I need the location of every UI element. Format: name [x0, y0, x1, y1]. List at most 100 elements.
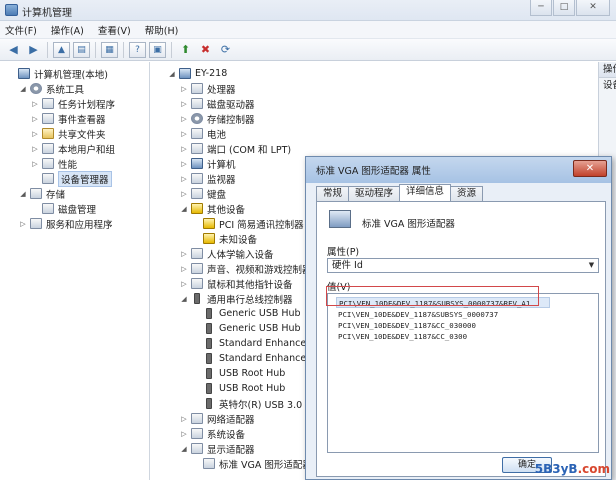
- expand-toggle-icon[interactable]: ▷: [179, 130, 189, 138]
- expand-toggle-icon[interactable]: ▷: [179, 280, 189, 288]
- expand-toggle-icon[interactable]: ◢: [179, 445, 189, 453]
- tree-item-label: 鼠标和其他指针设备: [207, 279, 293, 291]
- tree-item[interactable]: ▷ 性能: [30, 156, 77, 171]
- expand-toggle-icon[interactable]: ▷: [179, 115, 189, 123]
- update-driver-icon[interactable]: ⬆: [177, 42, 194, 58]
- tree-item[interactable]: ▷ 系统设备: [179, 426, 245, 441]
- tree-item[interactable]: ◢ 显示适配器: [179, 441, 255, 456]
- expand-toggle-icon[interactable]: ▷: [30, 130, 40, 138]
- expand-toggle-icon[interactable]: ◢: [179, 295, 189, 303]
- properties-icon[interactable]: ▦: [101, 41, 118, 58]
- tree-item[interactable]: ◢ 存储: [18, 186, 65, 201]
- up-folder-icon[interactable]: ▲: [53, 41, 70, 58]
- value-item[interactable]: PCI\VEN_10DE&DEV_1187&SUBSYS_0000737: [338, 309, 498, 320]
- tree-item[interactable]: ▷ 电池: [179, 126, 226, 141]
- expand-toggle-icon[interactable]: ▷: [179, 85, 189, 93]
- tree-item[interactable]: ▷ 网络适配器: [179, 411, 255, 426]
- menu-help[interactable]: 帮助(H): [145, 23, 179, 37]
- tree-item[interactable]: ▷ 处理器: [179, 81, 236, 96]
- tree-item[interactable]: ▷ 键盘: [179, 186, 226, 201]
- expand-toggle-icon[interactable]: ▷: [30, 160, 40, 168]
- tree-item[interactable]: 标准 VGA 图形适配器: [191, 456, 312, 471]
- tree-item[interactable]: ▷ 本地用户和组: [30, 141, 115, 156]
- tree-item[interactable]: ▷ 任务计划程序: [30, 96, 115, 111]
- menu-view[interactable]: 查看(V): [98, 23, 131, 37]
- back-arrow-icon[interactable]: ◀: [5, 42, 22, 58]
- expand-toggle-icon[interactable]: ◢: [179, 205, 189, 213]
- expand-toggle-icon[interactable]: ▷: [179, 160, 189, 168]
- forward-arrow-icon[interactable]: ▶: [25, 42, 42, 58]
- expand-toggle-icon[interactable]: ▷: [179, 250, 189, 258]
- show-tree-icon[interactable]: ▤: [73, 41, 90, 58]
- tab-general[interactable]: 常规: [316, 186, 350, 201]
- tree-item[interactable]: ▷ 人体学输入设备: [179, 246, 274, 261]
- value-item[interactable]: PCI\VEN_10DE&DEV_1187&CC_030000: [338, 320, 476, 331]
- maximize-button[interactable]: □: [553, 0, 575, 16]
- show-hide-icon[interactable]: ▣: [149, 41, 166, 58]
- tree-item-label: 共享文件夹: [58, 129, 106, 141]
- tree-item[interactable]: ◢ 通用串行总线控制器: [179, 291, 293, 306]
- tree-item-label: 磁盘管理: [58, 204, 97, 216]
- tree-item[interactable]: ▷ 鼠标和其他指针设备: [179, 276, 293, 291]
- expand-toggle-icon[interactable]: ◢: [18, 190, 28, 198]
- value-item[interactable]: PCI\VEN_10DE&DEV_1187&CC_0300: [338, 331, 467, 342]
- menu-file[interactable]: 文件(F): [5, 23, 37, 37]
- expand-toggle-icon[interactable]: ▷: [30, 115, 40, 123]
- dialog-close-button[interactable]: ✕: [573, 160, 607, 177]
- tab-details[interactable]: 详细信息: [399, 184, 452, 201]
- close-button[interactable]: ✕: [576, 0, 610, 16]
- expand-toggle-icon[interactable]: ◢: [167, 70, 177, 78]
- expand-toggle-icon[interactable]: ◢: [18, 85, 28, 93]
- expand-toggle-icon[interactable]: ▷: [179, 430, 189, 438]
- tree-item[interactable]: 计算机管理(本地): [6, 66, 108, 81]
- tab-resources[interactable]: 资源: [450, 186, 484, 201]
- tree-item[interactable]: Generic USB Hub: [191, 321, 301, 336]
- scan-hardware-icon[interactable]: ⟳: [217, 42, 234, 58]
- minimize-button[interactable]: ─: [530, 0, 552, 16]
- expand-toggle-icon[interactable]: ▷: [18, 220, 28, 228]
- expand-toggle-icon[interactable]: ▷: [179, 265, 189, 273]
- tree-item[interactable]: USB Root Hub: [191, 381, 285, 396]
- tree-item[interactable]: 磁盘管理: [30, 201, 96, 216]
- tree-item-label: 人体学输入设备: [207, 249, 274, 261]
- battery-icon: [191, 128, 203, 139]
- expand-toggle-icon[interactable]: ▷: [179, 145, 189, 153]
- expand-toggle-icon[interactable]: ▷: [30, 145, 40, 153]
- expand-toggle-icon[interactable]: ▷: [179, 190, 189, 198]
- tree-item[interactable]: Generic USB Hub: [191, 306, 301, 321]
- tree-item[interactable]: ▷ 监视器: [179, 171, 236, 186]
- tree-item[interactable]: ▷ 存储控制器: [179, 111, 255, 126]
- uninstall-icon[interactable]: ✖: [197, 42, 214, 58]
- tree-item[interactable]: USB Root Hub: [191, 366, 285, 381]
- property-select[interactable]: 硬件 Id ▼: [327, 258, 599, 273]
- tab-driver[interactable]: 驱动程序: [348, 186, 401, 201]
- dialog-title: 标准 VGA 图形适配器 属性: [316, 166, 431, 177]
- disk-icon: [42, 203, 54, 214]
- tree-item[interactable]: ▷ 端口 (COM 和 LPT): [179, 141, 291, 156]
- tree-item[interactable]: 未知设备: [191, 231, 257, 246]
- help-icon[interactable]: ?: [129, 41, 146, 58]
- tree-item[interactable]: ▷ 计算机: [179, 156, 236, 171]
- tree-item[interactable]: ▷ 事件查看器: [30, 111, 106, 126]
- expand-toggle-icon[interactable]: ▷: [179, 175, 189, 183]
- expand-toggle-icon[interactable]: ▷: [30, 100, 40, 108]
- tree-item[interactable]: Standard Enhanced P: [191, 336, 321, 351]
- tree-item[interactable]: ▷ 磁盘驱动器: [179, 96, 255, 111]
- usb-icon: [206, 323, 212, 334]
- menu-action[interactable]: 操作(A): [51, 23, 84, 37]
- expand-toggle-icon[interactable]: ▷: [179, 415, 189, 423]
- tree-item[interactable]: ▷ 声音、视频和游戏控制器: [179, 261, 312, 276]
- actions-item-device[interactable]: 设备: [599, 78, 616, 94]
- tree-item[interactable]: ◢ 其他设备: [179, 201, 245, 216]
- tree-item[interactable]: PCI 简易通讯控制器: [191, 216, 304, 231]
- tree-item[interactable]: ▷ 共享文件夹: [30, 126, 106, 141]
- tree-item[interactable]: ◢ EY-218: [167, 66, 227, 81]
- expand-toggle-icon[interactable]: ▷: [179, 100, 189, 108]
- tree-item[interactable]: 设备管理器: [30, 170, 112, 187]
- tree-item-label: 处理器: [207, 84, 236, 96]
- tree-item[interactable]: ▷ 服务和应用程序: [18, 216, 113, 231]
- tree-item[interactable]: Standard Enhanced P: [191, 351, 321, 366]
- value-list[interactable]: PCI\VEN_10DE&DEV_1187&SUBSYS_0000737&REV…: [327, 293, 599, 453]
- tree-item[interactable]: ◢ 系统工具: [18, 81, 84, 96]
- chevron-down-icon[interactable]: ▼: [585, 259, 598, 272]
